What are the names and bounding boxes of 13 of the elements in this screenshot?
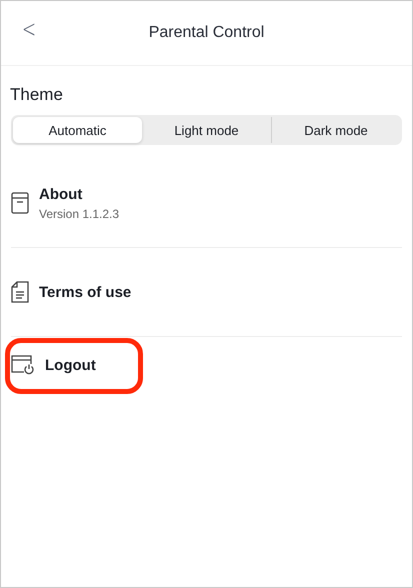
menu-item[interactable]: About — [39, 186, 120, 202]
theme-option[interactable]: Light mode — [142, 117, 271, 143]
version-text: Version 1.1.2.3 — [39, 206, 120, 220]
document-icon — [11, 281, 29, 303]
section-title: Theme — [10, 85, 64, 105]
power-window-icon — [11, 355, 35, 375]
theme-option[interactable]: Automatic — [13, 117, 142, 143]
menu-item[interactable]: Terms of use — [39, 284, 132, 300]
page-title: Parental Control — [148, 24, 264, 42]
menu-item[interactable]: Logout — [45, 356, 96, 374]
theme-option[interactable]: Dark mode — [271, 117, 400, 143]
archive-icon — [11, 192, 29, 214]
back-button[interactable]: < — [22, 15, 36, 43]
